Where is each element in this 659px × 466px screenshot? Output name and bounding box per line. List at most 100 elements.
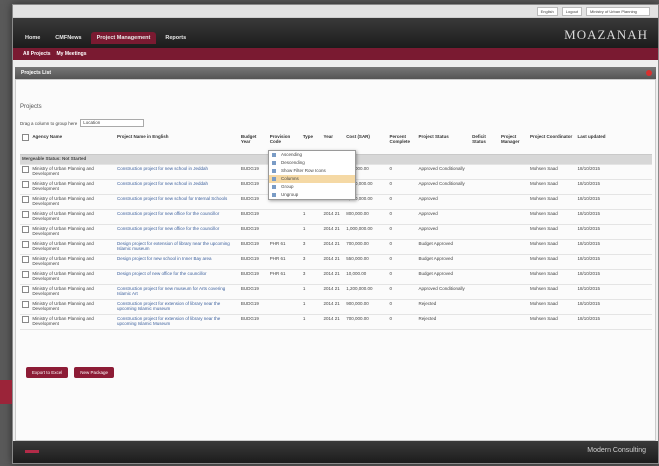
row-checkbox[interactable] (22, 286, 29, 293)
table-cell (267, 224, 301, 240)
table-cell: Ministry of Urban Planning and Developme… (30, 269, 115, 285)
tab-home[interactable]: Home (19, 32, 46, 44)
column-header[interactable]: Project Status (416, 132, 471, 155)
organization-select[interactable]: Ministry of Urban Planning (586, 7, 650, 16)
table-cell (267, 299, 301, 315)
row-checkbox[interactable] (22, 301, 29, 308)
subnav-all-projects[interactable]: All Projects (23, 51, 51, 57)
logout-button[interactable]: Logout (561, 7, 582, 16)
table-cell: 18/10/2015 (575, 269, 652, 285)
menu-item[interactable]: Columns (269, 175, 355, 183)
row-select-cell[interactable] (20, 269, 31, 285)
table-row[interactable]: Ministry of Urban Planning and Developme… (20, 209, 652, 225)
table-cell (499, 254, 528, 270)
close-icon[interactable] (646, 70, 652, 76)
select-all-checkbox[interactable] (22, 134, 29, 141)
table-cell[interactable]: Construction project for extension of li… (114, 314, 239, 330)
table-cell: BUDG19 (238, 269, 268, 285)
table-cell[interactable]: Design project for new school in Inner B… (114, 254, 239, 270)
menu-item[interactable]: Show Filter Row Icons (269, 167, 355, 175)
menu-item[interactable]: Descending (269, 159, 355, 167)
footer-bar: Modern Consulting (13, 441, 658, 463)
column-header[interactable]: Agency Name (30, 132, 115, 155)
row-select-cell[interactable] (20, 239, 31, 255)
table-cell[interactable]: Construction project for extension of li… (114, 299, 239, 315)
subnav-my-meetings[interactable]: My Meetings (57, 51, 87, 57)
table-row[interactable]: Ministry of Urban Planning and Developme… (20, 314, 652, 330)
row-select-cell[interactable] (20, 254, 31, 270)
table-cell: BUDG19 (238, 194, 268, 210)
column-header[interactable]: Percent Complete (387, 132, 417, 155)
table-cell[interactable]: Construction project for new office for … (114, 224, 239, 240)
table-cell (499, 209, 528, 225)
tab-cmfnews[interactable]: CMFNews (49, 32, 87, 44)
row-checkbox[interactable] (22, 271, 29, 278)
row-checkbox[interactable] (22, 181, 29, 188)
table-row[interactable]: Ministry of Urban Planning and Developme… (20, 239, 652, 255)
row-checkbox[interactable] (22, 241, 29, 248)
table-cell: 1 (300, 299, 322, 315)
menu-item[interactable]: Ungroup (269, 191, 355, 199)
row-checkbox[interactable] (22, 256, 29, 263)
column-header[interactable]: Budget Year (238, 132, 268, 155)
language-toggle[interactable]: English (536, 7, 558, 16)
table-cell[interactable]: Construction project for new school for … (114, 194, 239, 210)
actions-bar: Export to Excel New Package (26, 367, 115, 378)
table-row[interactable]: Ministry of Urban Planning and Developme… (20, 254, 652, 270)
table-cell: 2014 21 (321, 224, 345, 240)
export-to-excel-button[interactable]: Export to Excel (26, 367, 69, 378)
table-cell: 1 (300, 314, 322, 330)
table-cell (470, 179, 500, 195)
table-cell: 2014 21 (321, 284, 345, 300)
menu-item[interactable]: Ascending (269, 151, 355, 159)
row-select-cell[interactable] (20, 179, 31, 195)
tab-reports[interactable]: Reports (159, 32, 192, 44)
row-checkbox[interactable] (22, 316, 29, 323)
table-cell[interactable]: Construction project for new museum for … (114, 284, 239, 300)
table-cell[interactable]: Design project of new office for the cou… (114, 269, 239, 285)
table-row[interactable]: Ministry of Urban Planning and Developme… (20, 284, 652, 300)
table-cell: Approved Conditionally (416, 284, 471, 300)
table-cell: 18/10/2015 (575, 284, 652, 300)
row-checkbox[interactable] (22, 226, 29, 233)
row-select-cell[interactable] (20, 314, 31, 330)
table-cell: 0 (387, 299, 417, 315)
row-select-cell[interactable] (20, 164, 31, 180)
menu-item[interactable]: Group (269, 183, 355, 191)
table-cell[interactable]: Construction project for new school in J… (114, 179, 239, 195)
column-header[interactable]: Deficit Status (470, 132, 500, 155)
table-cell[interactable]: Design project for extension of library … (114, 239, 239, 255)
row-checkbox[interactable] (22, 166, 29, 173)
table-cell[interactable]: Construction project for new office for … (114, 209, 239, 225)
menu-item-label: Descending (281, 160, 305, 165)
table-row[interactable]: Ministry of Urban Planning and Developme… (20, 269, 652, 285)
row-select-cell[interactable] (20, 284, 31, 300)
tab-project-management[interactable]: Project Management (90, 32, 157, 44)
table-cell: Mohsen Saad (527, 239, 576, 255)
table-row[interactable]: Ministry of Urban Planning and Developme… (20, 224, 652, 240)
table-cell: 18/10/2015 (575, 164, 652, 180)
column-header[interactable]: Last updated (575, 132, 652, 155)
column-header[interactable] (20, 132, 31, 155)
column-header[interactable]: Project Name in English (114, 132, 239, 155)
row-checkbox[interactable] (22, 211, 29, 218)
table-cell (499, 179, 528, 195)
row-select-cell[interactable] (20, 224, 31, 240)
menu-item-label: Show Filter Row Icons (281, 168, 326, 173)
footer-accent (25, 450, 39, 453)
table-cell (470, 209, 500, 225)
table-row[interactable]: Ministry of Urban Planning and Developme… (20, 299, 652, 315)
row-select-cell[interactable] (20, 194, 31, 210)
menu-item-label: Group (281, 184, 294, 189)
new-package-button[interactable]: New Package (74, 367, 115, 378)
row-checkbox[interactable] (22, 196, 29, 203)
table-cell (470, 284, 500, 300)
table-cell[interactable]: Construction project for new school in J… (114, 164, 239, 180)
column-header[interactable]: Project Manager (499, 132, 528, 155)
group-by-select[interactable]: Location (80, 119, 145, 127)
column-header[interactable]: Project Coordinator (527, 132, 576, 155)
table-cell: Approved Conditionally (416, 179, 471, 195)
row-select-cell[interactable] (20, 299, 31, 315)
table-cell: 2014 21 (321, 314, 345, 330)
row-select-cell[interactable] (20, 209, 31, 225)
